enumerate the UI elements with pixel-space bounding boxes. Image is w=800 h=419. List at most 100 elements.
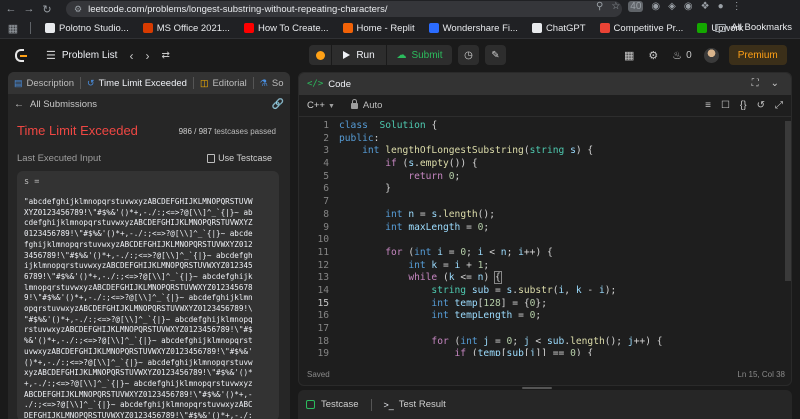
line-number: 12 (317, 259, 329, 271)
code-line[interactable]: 1 class Solution { (299, 120, 791, 133)
bookmark-item[interactable]: How To Create... (243, 23, 329, 34)
code-line[interactable]: 6 } (299, 183, 791, 196)
timer-button[interactable]: ◷ (458, 45, 479, 65)
bookmark-star-icon[interactable]: ☆ (611, 1, 620, 12)
tab-icon: ▤ (14, 77, 23, 88)
code-line[interactable]: 18 for (int j = 0; j < sub.length(); j++… (299, 335, 791, 349)
bookmark-item[interactable]: Polotno Studio... (45, 23, 129, 34)
code-line[interactable]: 12 int k = i + 1; (299, 259, 791, 273)
test-result-tab[interactable]: >_ Test Result (384, 399, 446, 410)
notes-button[interactable]: ✎ (485, 45, 506, 65)
editor-scrollbar[interactable] (785, 121, 791, 281)
braces-icon[interactable]: {} (740, 100, 747, 111)
expand-icon[interactable]: ⤢ (775, 100, 783, 111)
input-line: "abcdefghijklmnopqrstuvwxyzABCDEFGHIJKLM… (24, 197, 253, 206)
premium-button[interactable]: Premium (728, 45, 787, 65)
code-line[interactable]: 8 int n = s.length(); (299, 208, 791, 222)
extension-icon[interactable]: ◈ (668, 1, 676, 12)
code-token: while (408, 272, 438, 284)
line-number: 4 (323, 158, 329, 170)
code-token: int (385, 208, 403, 220)
next-problem-chevron-icon[interactable]: › (145, 49, 149, 63)
leetcode-logo[interactable] (13, 48, 27, 64)
code-line[interactable]: 9 int maxLength = 0; (299, 222, 791, 235)
tab-description[interactable]: ▤ Description (8, 72, 80, 94)
code-line[interactable]: 15 int temp[128] = {0}; (299, 298, 791, 311)
share-link-icon[interactable]: 🔗 (272, 99, 284, 110)
grammarly-extension-icon[interactable]: ◉ (651, 1, 660, 12)
profile-icon[interactable]: ● (718, 1, 724, 12)
code-line[interactable]: 14 string sub = s.substr(i, k - i); (299, 284, 791, 298)
zoom-icon[interactable]: ⚲ (596, 1, 603, 12)
code-token: (); (477, 208, 495, 220)
code-line[interactable]: 2 public: (299, 133, 791, 146)
chrome-menu-icon[interactable]: ⋮ (732, 1, 742, 12)
code-line[interactable]: 13 while (k <= n) { (299, 271, 791, 285)
reset-icon[interactable]: ↺ (757, 100, 765, 111)
panel-resize-handle[interactable] (522, 387, 552, 389)
bookmark-label: Wondershare Fi... (442, 22, 518, 34)
bookmark-item[interactable]: Competitive Pr... (599, 23, 683, 34)
debug-button[interactable] (309, 45, 331, 65)
collapse-chevron-icon[interactable]: ⌄ (771, 78, 779, 89)
fire-streak-icon[interactable]: ♨ (672, 49, 682, 62)
auto-mode[interactable]: Auto (350, 98, 382, 111)
back-arrow-icon[interactable]: ← (4, 3, 18, 15)
language-select[interactable]: C++ ▼ (307, 100, 335, 111)
user-avatar[interactable] (703, 47, 719, 63)
code-token: substr (518, 284, 553, 296)
extension-icon-2[interactable]: ◉ (684, 1, 693, 12)
use-testcase-button[interactable]: Use Testcase (207, 153, 272, 163)
format-icon[interactable]: ≡ (705, 100, 711, 111)
site-info-icon[interactable]: ⚙ (74, 4, 82, 15)
maximize-icon[interactable]: ⛶ (752, 78, 759, 89)
code-line[interactable]: 3 int lengthOfLongestSubstring(string s)… (299, 145, 791, 158)
shuffle-icon[interactable]: ⇄ (161, 50, 169, 61)
code-token: { (425, 120, 438, 131)
line-number: 10 (317, 234, 329, 246)
code-line[interactable]: 11 for (int i = 0; i < n; i++) { (299, 247, 791, 260)
code-line[interactable]: 16 int tempLength = 0; (299, 310, 791, 323)
code-line[interactable]: 10 (299, 234, 791, 247)
bookmark-icon[interactable]: ☐ (721, 100, 730, 111)
bookmark-item[interactable]: MS Office 2021... (142, 23, 230, 34)
tab-so[interactable]: ⚗ So (254, 72, 290, 94)
apps-grid-icon[interactable]: ▦ (6, 22, 20, 35)
testcases-passed: 986 / 987 testcases passed (179, 127, 276, 136)
code-line[interactable]: 5 return 0; (299, 171, 791, 184)
problem-list-button[interactable]: Problem List (62, 50, 118, 61)
address-bar[interactable]: ⚙ leetcode.com/problems/longest-substrin… (66, 1, 622, 17)
submit-button[interactable]: ☁ Submit (387, 45, 452, 65)
bookmark-item[interactable]: Wondershare Fi... (428, 22, 518, 34)
code-panel: </> Code ⛶ ⌄ C++ ▼ Auto ≡ ☐ {} ↺ ⤢ 1 class… (298, 72, 792, 386)
bookmark-item[interactable]: ChatGPT (531, 23, 586, 34)
code-token: ; (512, 335, 524, 347)
code-tab-label[interactable]: Code (328, 79, 351, 90)
settings-gear-icon[interactable]: ⚙ (648, 49, 658, 62)
all-submissions-link[interactable]: All Submissions (30, 99, 97, 110)
extension-badge[interactable]: 40 (628, 1, 644, 12)
extensions-puzzle-icon[interactable]: ❖ (701, 1, 710, 12)
problem-list-icon[interactable]: ☰ (46, 49, 56, 62)
testcase-tab[interactable]: Testcase (306, 399, 359, 410)
tab-time-limit-exceeded[interactable]: ↺ Time Limit Exceeded (81, 72, 193, 94)
code-line[interactable]: 19 if (temp[sub[j]] == 0) { (299, 348, 791, 356)
layout-grid-icon[interactable]: ▦ (624, 49, 634, 62)
forward-arrow-icon[interactable]: → (22, 3, 36, 15)
code-line[interactable]: 17 (299, 323, 791, 336)
code-line[interactable]: 7 (299, 196, 791, 209)
back-arrow-icon[interactable]: ← (14, 99, 24, 110)
prev-problem-chevron-icon[interactable]: ‹ (129, 49, 133, 63)
code-token: class (339, 120, 368, 131)
code-editor[interactable]: 1 class Solution {2 public: 3 int lengthOfL… (299, 120, 791, 356)
run-button[interactable]: Run (332, 45, 386, 65)
code-token: sub (506, 348, 524, 356)
browser-toolbar-right: ⚲ ☆ 40 ◉ ◈ ◉ ❖ ● ⋮ (596, 1, 742, 12)
tab-editorial[interactable]: ◫ Editorial (194, 72, 253, 94)
reload-icon[interactable]: ↻ (40, 3, 54, 16)
code-token: = (489, 284, 507, 296)
code-line[interactable]: 4 if (s.empty()) { (299, 158, 791, 171)
bookmark-item[interactable]: Home - Replit (342, 23, 415, 34)
all-bookmarks-button[interactable]: All Bookmarks (715, 22, 792, 33)
